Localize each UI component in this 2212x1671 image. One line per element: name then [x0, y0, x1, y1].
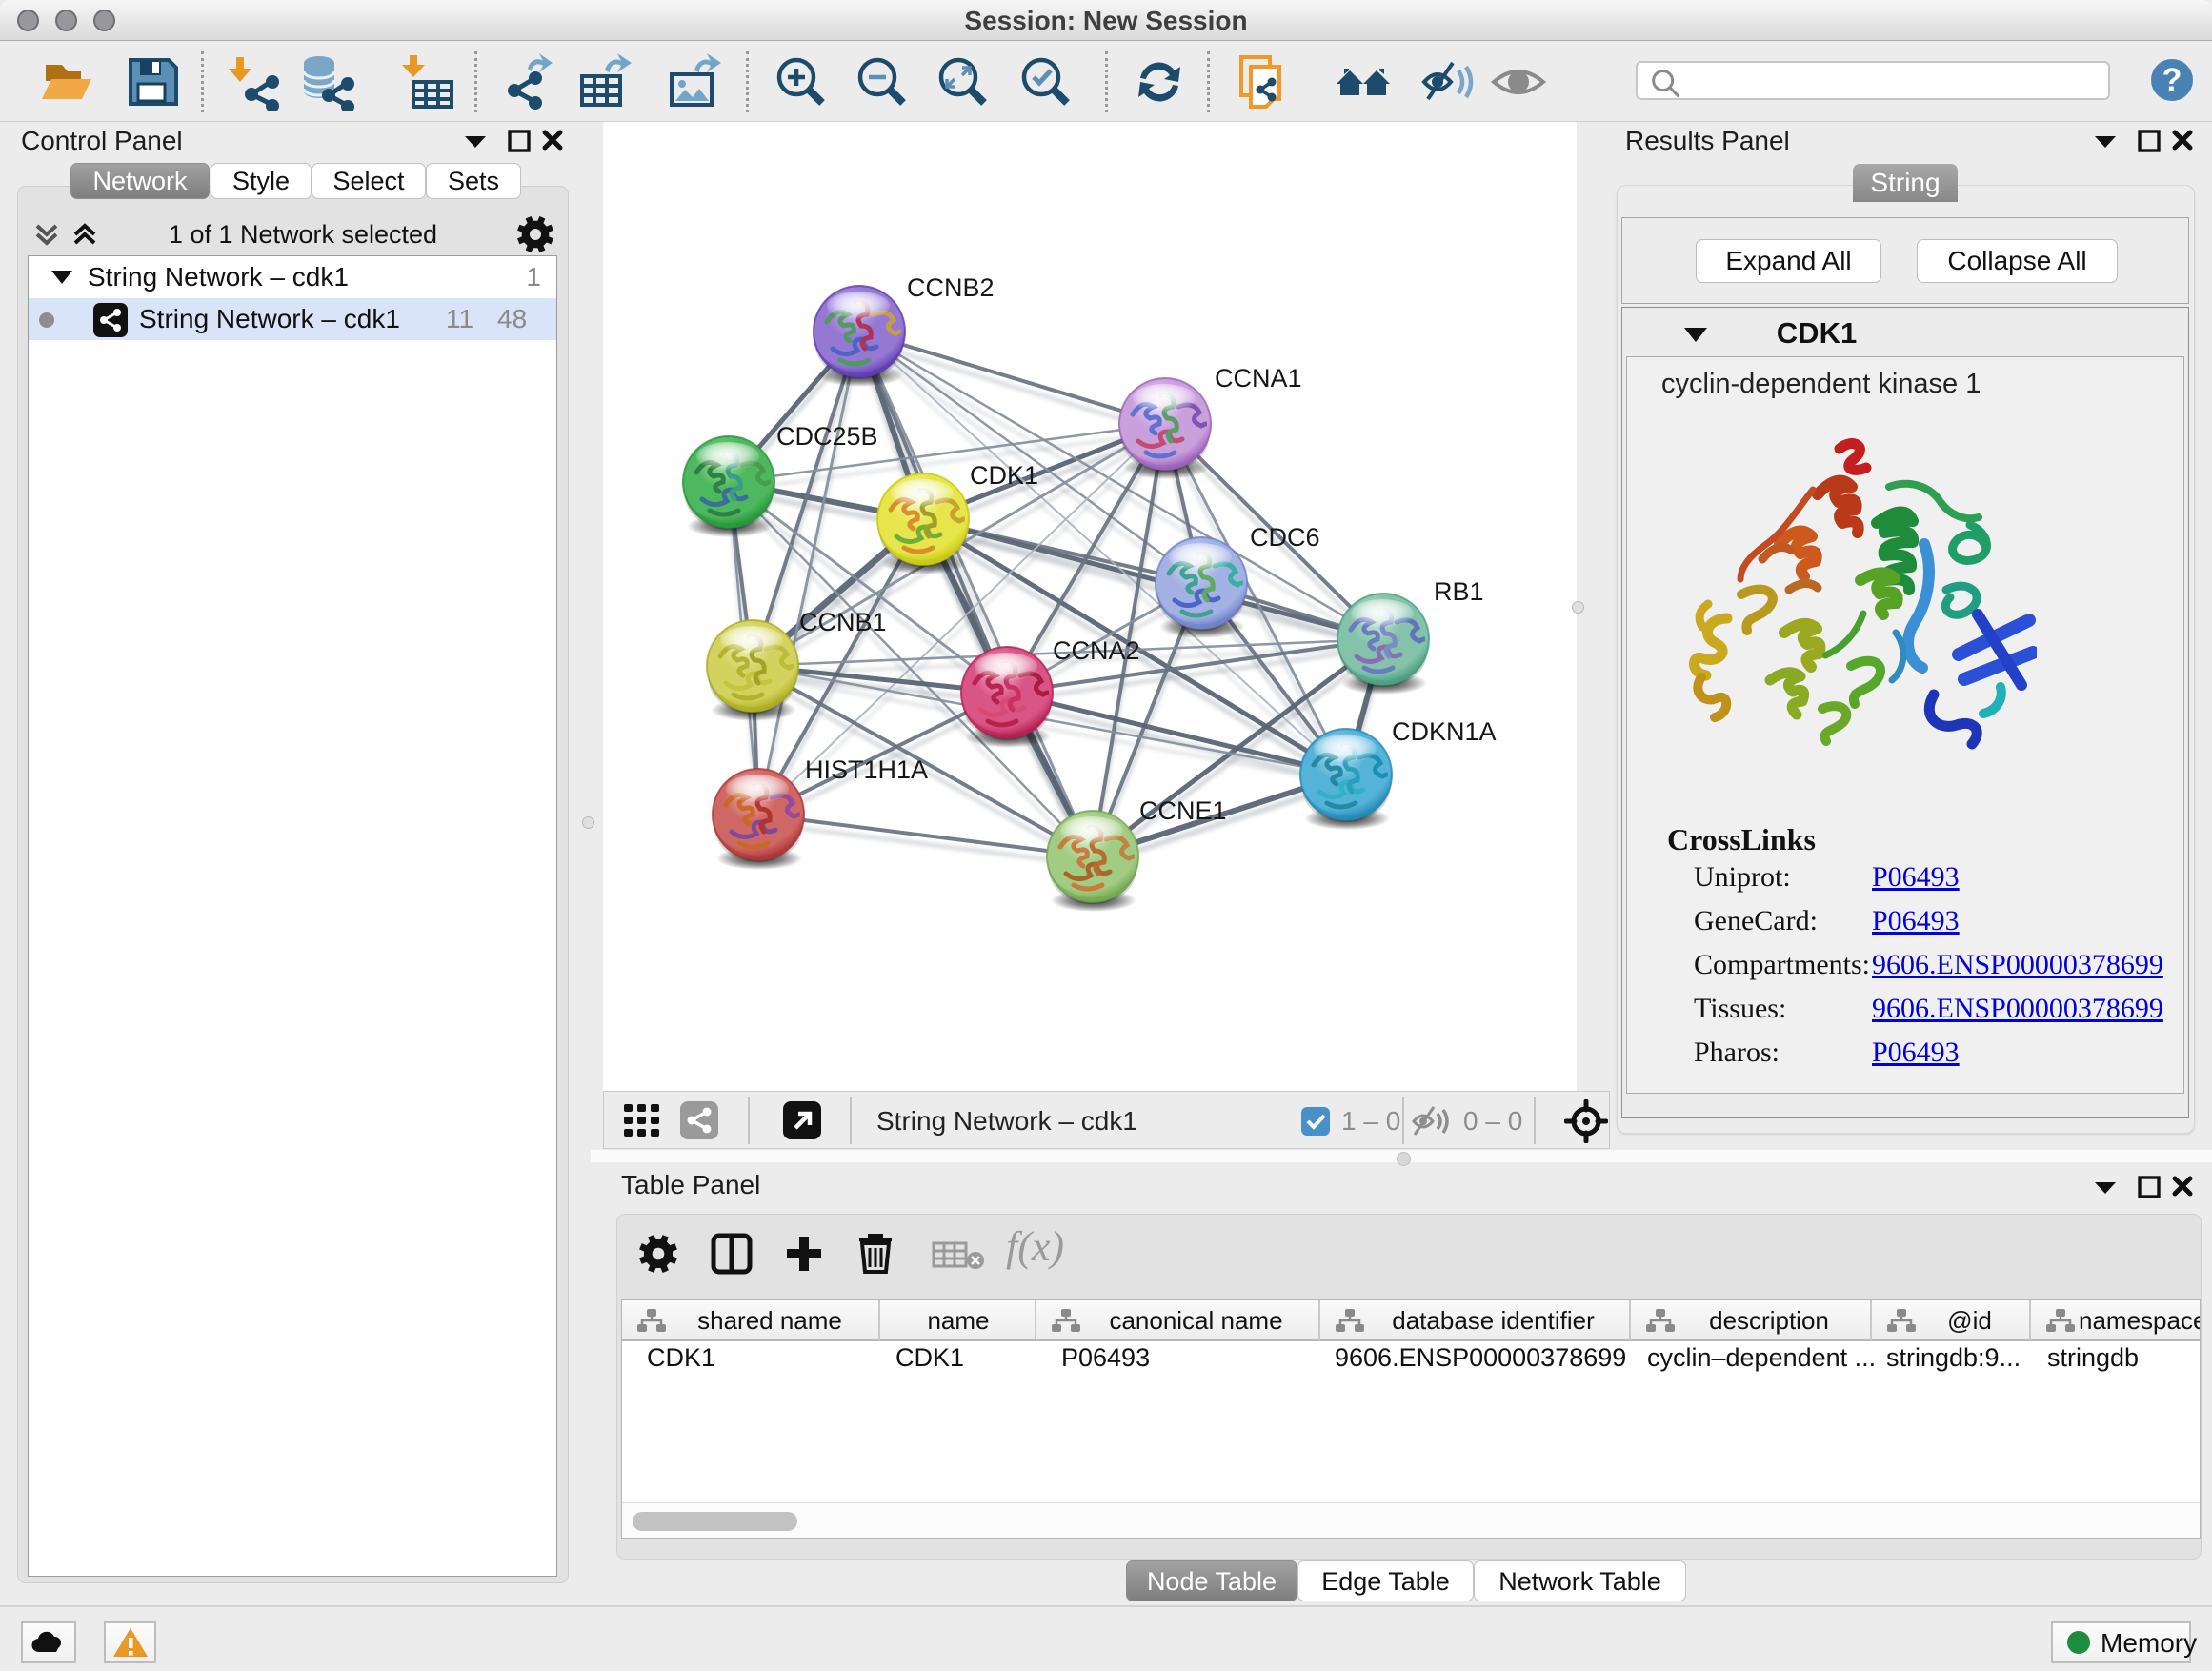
svg-text:CCNB1: CCNB1 [799, 608, 887, 636]
svg-text:HIST1H1A: HIST1H1A [805, 755, 928, 784]
svg-text:CCNB2: CCNB2 [907, 273, 995, 302]
svg-text:CDC25B: CDC25B [776, 422, 878, 451]
svg-text:CCNE1: CCNE1 [1139, 796, 1227, 825]
svg-text:CCNA2: CCNA2 [1053, 636, 1140, 665]
svg-text:CDC6: CDC6 [1250, 523, 1320, 552]
svg-text:CDK1: CDK1 [970, 461, 1038, 490]
svg-text:?: ? [2162, 62, 2182, 98]
svg-text:CCNA1: CCNA1 [1215, 364, 1302, 393]
svg-text:CDKN1A: CDKN1A [1392, 717, 1497, 746]
svg-text:RB1: RB1 [1434, 577, 1484, 606]
